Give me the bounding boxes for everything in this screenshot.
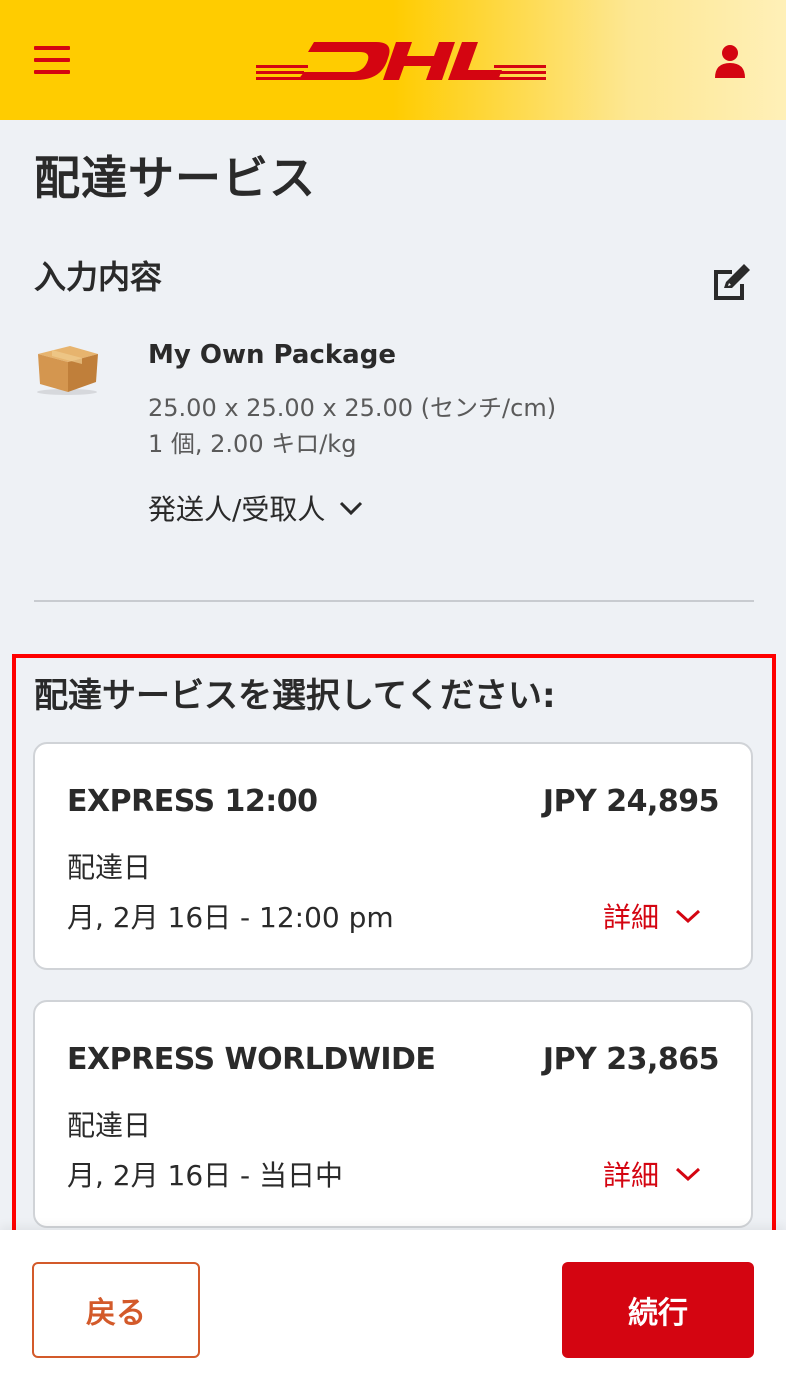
delivery-label: 配達日: [67, 1109, 152, 1142]
chevron-down-icon: [340, 501, 363, 516]
summary-title: 入力内容: [34, 258, 163, 296]
page-title: 配達サービス: [34, 151, 316, 205]
details-toggle[interactable]: 詳細: [603, 1154, 701, 1194]
dhl-logo[interactable]: [256, 38, 546, 84]
service-name: EXPRESS WORLDWIDE: [67, 1042, 436, 1077]
shipper-receiver-label: 発送人/受取人: [148, 493, 326, 526]
details-label: 詳細: [602, 901, 659, 934]
chevron-down-icon: [675, 909, 701, 924]
details-toggle[interactable]: 詳細: [603, 896, 701, 936]
user-icon[interactable]: [714, 44, 746, 78]
edit-icon[interactable]: [710, 262, 754, 302]
header-bar: [0, 0, 786, 120]
divider: [34, 600, 754, 602]
package-dimensions: 25.00 x 25.00 x 25.00 (センチ/cm): [148, 394, 557, 422]
hamburger-icon[interactable]: [34, 46, 70, 74]
box-icon: [37, 346, 98, 395]
package-quantity-weight: 1 個, 2.00 キロ/kg: [148, 430, 357, 458]
service-name: EXPRESS 12:00: [67, 784, 318, 819]
service-option-express-1200[interactable]: EXPRESS 12:00 JPY 24,895 配達日 月, 2月 16日 -…: [33, 742, 753, 970]
service-option-express-worldwide[interactable]: EXPRESS WORLDWIDE JPY 23,865 配達日 月, 2月 1…: [33, 1000, 753, 1228]
continue-button[interactable]: 続行: [562, 1262, 754, 1358]
delivery-date: 月, 2月 16日 - 12:00 pm: [67, 901, 394, 934]
select-service-title: 配達サービスを選択してください:: [34, 676, 556, 716]
service-price: JPY 24,895: [542, 784, 720, 819]
delivery-label: 配達日: [67, 851, 152, 884]
shipper-receiver-toggle[interactable]: 発送人/受取人: [148, 488, 363, 528]
package-name: My Own Package: [148, 340, 396, 370]
back-button[interactable]: 戻る: [32, 1262, 200, 1358]
delivery-date: 月, 2月 16日 - 当日中: [67, 1159, 344, 1192]
details-label: 詳細: [602, 1159, 659, 1192]
chevron-down-icon: [675, 1167, 701, 1182]
service-price: JPY 23,865: [542, 1042, 720, 1077]
footer-bar: 戻る 続行: [0, 1230, 786, 1390]
